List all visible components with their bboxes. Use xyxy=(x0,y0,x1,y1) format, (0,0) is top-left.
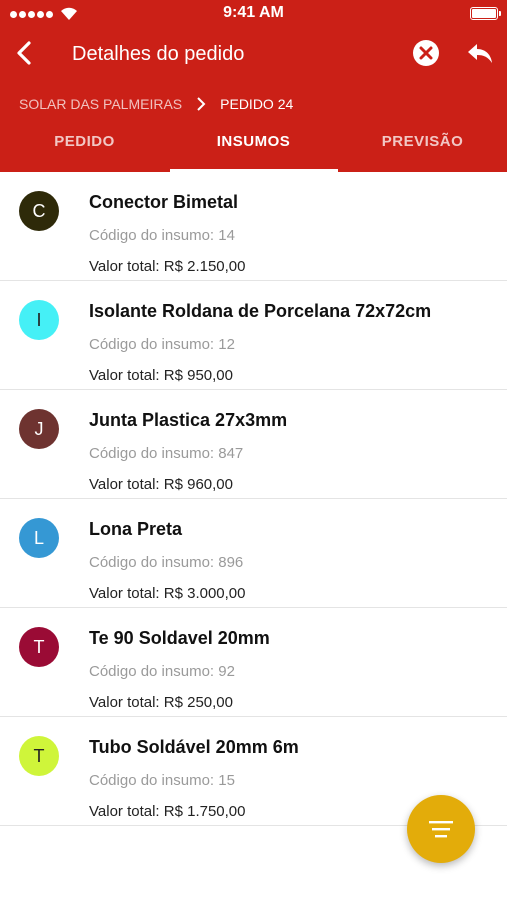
item-total-value: R$ 250,00 xyxy=(163,694,233,711)
item-total: Valor total: R$ 950,00 xyxy=(89,367,233,384)
item-total-label: Valor total: xyxy=(89,694,160,711)
page-title: Detalhes do pedido xyxy=(72,43,245,65)
list-item[interactable]: C Conector Bimetal Código do insumo: 14 … xyxy=(0,172,507,281)
breadcrumb: SOLAR DAS PALMEIRAS PEDIDO 24 xyxy=(19,94,293,114)
reply-icon[interactable] xyxy=(466,40,494,66)
chevron-right-icon xyxy=(197,97,206,111)
list-item[interactable]: J Junta Plastica 27x3mm Código do insumo… xyxy=(0,390,507,499)
tab-bar: PEDIDO INSUMOS PREVISÃO xyxy=(0,126,507,172)
item-total-value: R$ 3.000,00 xyxy=(163,585,246,602)
avatar: J xyxy=(19,409,59,449)
app-header: 9:41 AM Detalhes do pedido SOLAR DAS PAL… xyxy=(0,0,507,172)
item-total: Valor total: R$ 3.000,00 xyxy=(89,585,246,602)
arrow-left-icon[interactable] xyxy=(10,38,40,68)
avatar: L xyxy=(19,518,59,558)
item-code: Código do insumo: 15 xyxy=(89,772,235,789)
item-total: Valor total: R$ 1.750,00 xyxy=(89,803,246,820)
item-total-label: Valor total: xyxy=(89,476,160,493)
close-circle-icon[interactable] xyxy=(412,39,440,67)
list-item[interactable]: L Lona Preta Código do insumo: 896 Valor… xyxy=(0,499,507,608)
item-total-label: Valor total: xyxy=(89,585,160,602)
supplies-list: C Conector Bimetal Código do insumo: 14 … xyxy=(0,172,507,826)
battery-icon xyxy=(470,7,501,20)
item-total-value: R$ 950,00 xyxy=(163,367,233,384)
item-total-value: R$ 960,00 xyxy=(163,476,233,493)
status-time: 9:41 AM xyxy=(223,4,284,21)
item-name: Te 90 Soldavel 20mm xyxy=(89,628,270,648)
tab-insumos[interactable]: INSUMOS xyxy=(169,126,338,172)
item-code: Código do insumo: 896 xyxy=(89,554,244,571)
item-name: Lona Preta xyxy=(89,519,183,539)
item-total: Valor total: R$ 250,00 xyxy=(89,694,233,711)
list-item[interactable]: I Isolante Roldana de Porcelana 72x72cm … xyxy=(0,281,507,390)
breadcrumb-item-order: PEDIDO 24 xyxy=(220,96,294,112)
status-bar: 9:41 AM xyxy=(0,0,507,28)
breadcrumb-item-project[interactable]: SOLAR DAS PALMEIRAS xyxy=(19,96,182,112)
avatar: C xyxy=(19,191,59,231)
item-code: Código do insumo: 92 xyxy=(89,663,235,680)
item-total: Valor total: R$ 960,00 xyxy=(89,476,233,493)
item-code: Código do insumo: 14 xyxy=(89,227,235,244)
item-total-value: R$ 1.750,00 xyxy=(163,803,246,820)
filter-fab-button[interactable] xyxy=(407,795,475,863)
tab-pedido[interactable]: PEDIDO xyxy=(0,126,169,172)
avatar: T xyxy=(19,627,59,667)
item-code: Código do insumo: 847 xyxy=(89,445,244,462)
item-name: Tubo Soldável 20mm 6m xyxy=(89,737,299,757)
avatar: I xyxy=(19,300,59,340)
item-total: Valor total: R$ 2.150,00 xyxy=(89,258,246,275)
item-name: Junta Plastica 27x3mm xyxy=(89,410,288,430)
item-total-value: R$ 2.150,00 xyxy=(163,258,246,275)
item-code: Código do insumo: 12 xyxy=(89,336,235,353)
item-total-label: Valor total: xyxy=(89,803,160,820)
list-item[interactable]: T Te 90 Soldavel 20mm Código do insumo: … xyxy=(0,608,507,717)
item-total-label: Valor total: xyxy=(89,367,160,384)
avatar: T xyxy=(19,736,59,776)
item-name: Conector Bimetal xyxy=(89,192,239,212)
item-total-label: Valor total: xyxy=(89,258,160,275)
filter-list-icon xyxy=(429,821,453,838)
tab-previsao[interactable]: PREVISÃO xyxy=(338,126,507,172)
item-name: Isolante Roldana de Porcelana 72x72cm xyxy=(89,301,432,321)
